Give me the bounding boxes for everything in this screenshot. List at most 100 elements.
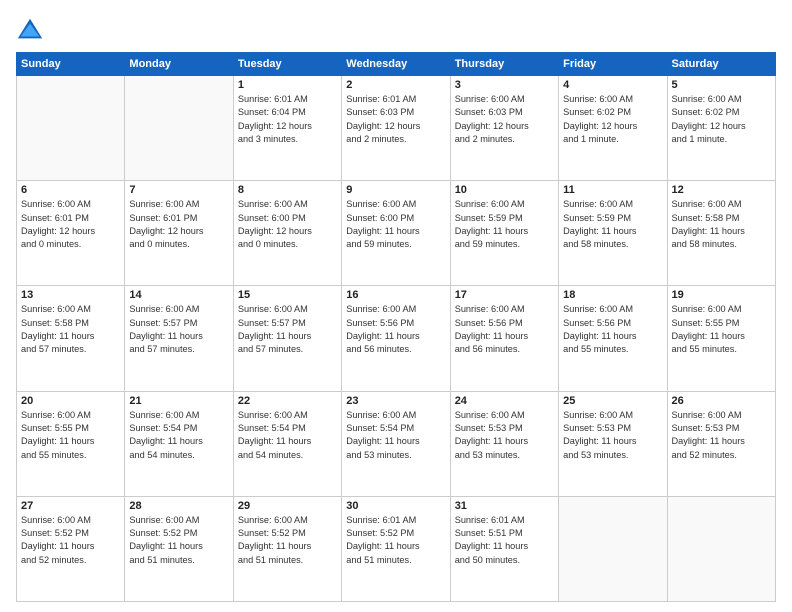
calendar-cell: 1 Sunrise: 6:01 AM Sunset: 6:04 PM Daylig…	[233, 76, 341, 181]
day-info: Sunrise: 6:00 AM Sunset: 5:56 PM Dayligh…	[563, 303, 662, 356]
weekday-header: Saturday	[667, 53, 775, 76]
calendar-header-row: SundayMondayTuesdayWednesdayThursdayFrid…	[17, 53, 776, 76]
day-number: 15	[238, 289, 337, 301]
day-number: 31	[455, 500, 554, 512]
calendar-cell: 5 Sunrise: 6:00 AM Sunset: 6:02 PM Daylig…	[667, 76, 775, 181]
day-number: 27	[21, 500, 120, 512]
calendar-week-row: 27 Sunrise: 6:00 AM Sunset: 5:52 PM Dayli…	[17, 496, 776, 601]
day-info: Sunrise: 6:00 AM Sunset: 5:52 PM Dayligh…	[238, 514, 337, 567]
day-info: Sunrise: 6:01 AM Sunset: 6:03 PM Dayligh…	[346, 93, 445, 146]
calendar-cell: 12Sunrise: 6:00 AM Sunset: 5:58 PM Dayli…	[667, 181, 775, 286]
day-info: Sunrise: 6:00 AM Sunset: 5:52 PM Dayligh…	[21, 514, 120, 567]
calendar-cell: 6 Sunrise: 6:00 AM Sunset: 6:01 PM Daylig…	[17, 181, 125, 286]
day-number: 1	[238, 79, 337, 91]
day-info: Sunrise: 6:00 AM Sunset: 5:55 PM Dayligh…	[21, 409, 120, 462]
day-info: Sunrise: 6:00 AM Sunset: 6:01 PM Dayligh…	[21, 198, 120, 251]
weekday-header: Tuesday	[233, 53, 341, 76]
day-number: 3	[455, 79, 554, 91]
calendar-cell	[125, 76, 233, 181]
day-info: Sunrise: 6:00 AM Sunset: 5:52 PM Dayligh…	[129, 514, 228, 567]
calendar-cell: 30Sunrise: 6:01 AM Sunset: 5:52 PM Dayli…	[342, 496, 450, 601]
day-info: Sunrise: 6:00 AM Sunset: 5:59 PM Dayligh…	[563, 198, 662, 251]
calendar-cell: 17 Sunrise: 6:00 AM Sunset: 5:56 PM Dayli…	[450, 286, 558, 391]
day-info: Sunrise: 6:00 AM Sunset: 5:56 PM Dayligh…	[455, 303, 554, 356]
calendar-cell: 15 Sunrise: 6:00 AM Sunset: 5:57 PM Dayli…	[233, 286, 341, 391]
calendar-cell: 14 Sunrise: 6:00 AM Sunset: 5:57 PM Dayli…	[125, 286, 233, 391]
day-number: 25	[563, 395, 662, 407]
day-number: 20	[21, 395, 120, 407]
day-number: 26	[672, 395, 771, 407]
day-info: Sunrise: 6:01 AM Sunset: 5:52 PM Dayligh…	[346, 514, 445, 567]
calendar-cell: 16Sunrise: 6:00 AM Sunset: 5:56 PM Dayli…	[342, 286, 450, 391]
day-info: Sunrise: 6:00 AM Sunset: 6:02 PM Dayligh…	[672, 93, 771, 146]
day-info: Sunrise: 6:00 AM Sunset: 5:54 PM Dayligh…	[238, 409, 337, 462]
day-info: Sunrise: 6:00 AM Sunset: 5:57 PM Dayligh…	[129, 303, 228, 356]
day-number: 11	[563, 184, 662, 196]
day-info: Sunrise: 6:00 AM Sunset: 5:53 PM Dayligh…	[455, 409, 554, 462]
calendar-cell: 13 Sunrise: 6:00 AM Sunset: 5:58 PM Dayli…	[17, 286, 125, 391]
day-info: Sunrise: 6:01 AM Sunset: 6:04 PM Dayligh…	[238, 93, 337, 146]
day-info: Sunrise: 6:00 AM Sunset: 5:55 PM Dayligh…	[672, 303, 771, 356]
day-number: 17	[455, 289, 554, 301]
day-number: 23	[346, 395, 445, 407]
calendar-cell	[17, 76, 125, 181]
calendar-cell: 20 Sunrise: 6:00 AM Sunset: 5:55 PM Dayli…	[17, 391, 125, 496]
day-info: Sunrise: 6:00 AM Sunset: 5:56 PM Dayligh…	[346, 303, 445, 356]
calendar-cell: 9 Sunrise: 6:00 AM Sunset: 6:00 PM Daylig…	[342, 181, 450, 286]
calendar-cell: 24 Sunrise: 6:00 AM Sunset: 5:53 PM Dayli…	[450, 391, 558, 496]
day-info: Sunrise: 6:00 AM Sunset: 5:54 PM Dayligh…	[346, 409, 445, 462]
page: SundayMondayTuesdayWednesdayThursdayFrid…	[0, 0, 792, 612]
day-number: 28	[129, 500, 228, 512]
calendar-week-row: 13 Sunrise: 6:00 AM Sunset: 5:58 PM Dayli…	[17, 286, 776, 391]
day-info: Sunrise: 6:00 AM Sunset: 6:02 PM Dayligh…	[563, 93, 662, 146]
calendar-cell: 29 Sunrise: 6:00 AM Sunset: 5:52 PM Dayli…	[233, 496, 341, 601]
calendar-cell: 31 Sunrise: 6:01 AM Sunset: 5:51 PM Dayli…	[450, 496, 558, 601]
calendar-cell: 27 Sunrise: 6:00 AM Sunset: 5:52 PM Dayli…	[17, 496, 125, 601]
day-number: 6	[21, 184, 120, 196]
weekday-header: Sunday	[17, 53, 125, 76]
calendar-cell: 8 Sunrise: 6:00 AM Sunset: 6:00 PM Daylig…	[233, 181, 341, 286]
day-info: Sunrise: 6:00 AM Sunset: 5:57 PM Dayligh…	[238, 303, 337, 356]
day-number: 12	[672, 184, 771, 196]
day-number: 14	[129, 289, 228, 301]
calendar-cell: 10Sunrise: 6:00 AM Sunset: 5:59 PM Dayli…	[450, 181, 558, 286]
day-info: Sunrise: 6:00 AM Sunset: 5:58 PM Dayligh…	[21, 303, 120, 356]
day-number: 7	[129, 184, 228, 196]
day-number: 24	[455, 395, 554, 407]
calendar-cell: 3 Sunrise: 6:00 AM Sunset: 6:03 PM Daylig…	[450, 76, 558, 181]
calendar-cell: 4 Sunrise: 6:00 AM Sunset: 6:02 PM Daylig…	[559, 76, 667, 181]
day-number: 9	[346, 184, 445, 196]
day-number: 4	[563, 79, 662, 91]
day-number: 5	[672, 79, 771, 91]
day-number: 21	[129, 395, 228, 407]
day-info: Sunrise: 6:00 AM Sunset: 6:01 PM Dayligh…	[129, 198, 228, 251]
day-info: Sunrise: 6:01 AM Sunset: 5:51 PM Dayligh…	[455, 514, 554, 567]
calendar-week-row: 20 Sunrise: 6:00 AM Sunset: 5:55 PM Dayli…	[17, 391, 776, 496]
calendar-cell	[667, 496, 775, 601]
calendar-cell: 7 Sunrise: 6:00 AM Sunset: 6:01 PM Daylig…	[125, 181, 233, 286]
header	[16, 12, 776, 44]
day-number: 8	[238, 184, 337, 196]
calendar-cell: 18 Sunrise: 6:00 AM Sunset: 5:56 PM Dayli…	[559, 286, 667, 391]
calendar-cell: 26 Sunrise: 6:00 AM Sunset: 5:53 PM Dayli…	[667, 391, 775, 496]
calendar-week-row: 1 Sunrise: 6:01 AM Sunset: 6:04 PM Daylig…	[17, 76, 776, 181]
calendar-cell	[559, 496, 667, 601]
calendar-cell: 22 Sunrise: 6:00 AM Sunset: 5:54 PM Dayli…	[233, 391, 341, 496]
day-info: Sunrise: 6:00 AM Sunset: 6:00 PM Dayligh…	[238, 198, 337, 251]
calendar-cell: 2 Sunrise: 6:01 AM Sunset: 6:03 PM Daylig…	[342, 76, 450, 181]
calendar-table: SundayMondayTuesdayWednesdayThursdayFrid…	[16, 52, 776, 602]
day-number: 2	[346, 79, 445, 91]
weekday-header: Friday	[559, 53, 667, 76]
day-number: 22	[238, 395, 337, 407]
day-number: 18	[563, 289, 662, 301]
day-number: 29	[238, 500, 337, 512]
day-info: Sunrise: 6:00 AM Sunset: 6:03 PM Dayligh…	[455, 93, 554, 146]
calendar-cell: 21Sunrise: 6:00 AM Sunset: 5:54 PM Dayli…	[125, 391, 233, 496]
day-info: Sunrise: 6:00 AM Sunset: 5:53 PM Dayligh…	[672, 409, 771, 462]
calendar-cell: 19Sunrise: 6:00 AM Sunset: 5:55 PM Dayli…	[667, 286, 775, 391]
day-number: 13	[21, 289, 120, 301]
day-info: Sunrise: 6:00 AM Sunset: 6:00 PM Dayligh…	[346, 198, 445, 251]
calendar-cell: 28 Sunrise: 6:00 AM Sunset: 5:52 PM Dayli…	[125, 496, 233, 601]
weekday-header: Monday	[125, 53, 233, 76]
weekday-header: Thursday	[450, 53, 558, 76]
